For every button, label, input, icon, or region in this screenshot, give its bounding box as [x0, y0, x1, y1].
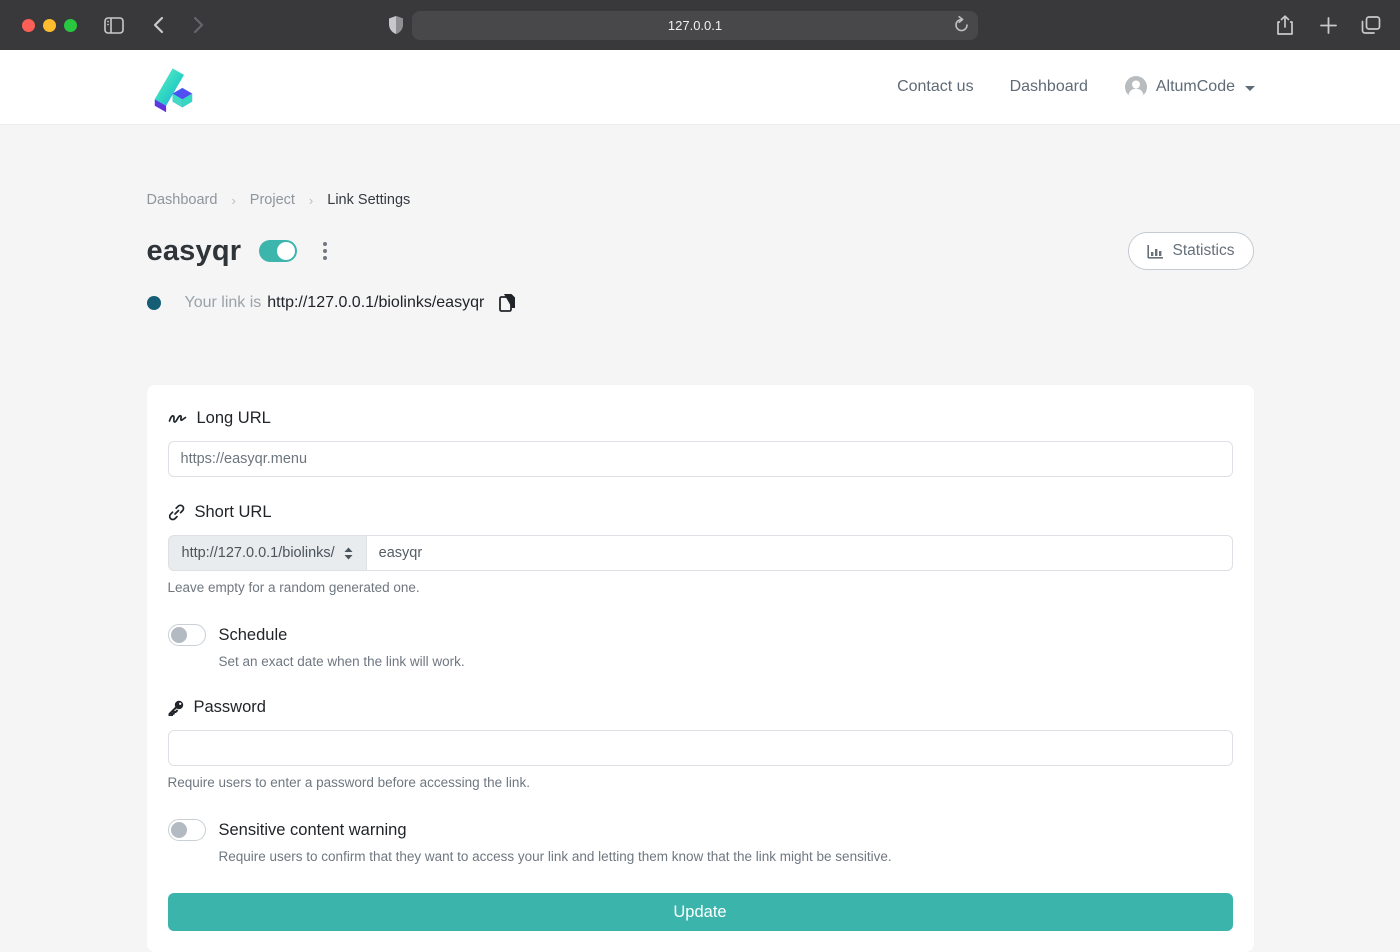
app-logo[interactable]: [145, 61, 197, 113]
schedule-helper: Set an exact date when the link will wor…: [219, 654, 1233, 669]
long-url-input[interactable]: [168, 441, 1233, 477]
browser-chrome: 127.0.0.1: [0, 0, 1400, 50]
back-icon[interactable]: [143, 10, 173, 40]
statistics-button[interactable]: Statistics: [1128, 232, 1253, 270]
password-helper: Require users to enter a password before…: [168, 775, 1233, 790]
tab-overview-icon[interactable]: [1356, 10, 1386, 40]
link-settings-card: Long URL Short URL http://127.0.0.1/biol…: [147, 385, 1254, 952]
zoom-window-button[interactable]: [64, 19, 77, 32]
scribble-icon: [168, 412, 187, 426]
window-controls: [22, 19, 77, 32]
short-url-input[interactable]: [366, 535, 1233, 571]
breadcrumb-project[interactable]: Project: [250, 192, 295, 208]
short-url-domain-value: http://127.0.0.1/biolinks/: [182, 545, 335, 561]
address-bar-url: 127.0.0.1: [668, 18, 722, 33]
schedule-label: Schedule: [219, 626, 288, 645]
minimize-window-button[interactable]: [43, 19, 56, 32]
bar-chart-icon: [1147, 244, 1164, 259]
forward-icon[interactable]: [183, 10, 213, 40]
sidebar-toggle-icon[interactable]: [99, 10, 129, 40]
share-icon[interactable]: [1270, 10, 1300, 40]
key-icon: [168, 700, 184, 716]
breadcrumb-separator: ›: [309, 193, 313, 208]
link-enabled-toggle[interactable]: [259, 240, 297, 262]
avatar: [1124, 75, 1148, 99]
chevron-down-icon: [1245, 86, 1255, 91]
schedule-toggle[interactable]: [168, 624, 206, 646]
status-dot: [147, 296, 161, 310]
password-input[interactable]: [168, 730, 1233, 766]
nav-contact-us[interactable]: Contact us: [897, 78, 973, 96]
sensitive-content-toggle[interactable]: [168, 819, 206, 841]
account-name: AltumCode: [1156, 78, 1235, 96]
statistics-button-label: Statistics: [1172, 242, 1234, 260]
close-window-button[interactable]: [22, 19, 35, 32]
short-url-helper: Leave empty for a random generated one.: [168, 580, 1233, 595]
address-bar[interactable]: 127.0.0.1: [412, 11, 978, 40]
long-url-label: Long URL: [197, 409, 271, 428]
more-options-icon[interactable]: [319, 238, 331, 264]
breadcrumb-link-settings: Link Settings: [327, 192, 410, 208]
page-title: easyqr: [147, 235, 242, 268]
your-link-url[interactable]: http://127.0.0.1/biolinks/easyqr: [267, 294, 484, 312]
password-label: Password: [194, 698, 266, 717]
sensitive-content-label: Sensitive content warning: [219, 821, 407, 840]
privacy-shield-icon[interactable]: [388, 15, 404, 35]
update-button[interactable]: Update: [168, 893, 1233, 931]
select-arrows-icon: [344, 547, 353, 560]
nav-dashboard[interactable]: Dashboard: [1010, 78, 1088, 96]
new-tab-icon[interactable]: [1313, 10, 1343, 40]
link-icon: [168, 504, 185, 521]
breadcrumb-separator: ›: [231, 193, 235, 208]
your-link-prefix: Your link is: [185, 294, 262, 312]
copy-link-icon[interactable]: [499, 293, 516, 312]
sensitive-content-helper: Require users to confirm that they want …: [219, 849, 1233, 864]
breadcrumb: Dashboard › Project › Link Settings: [147, 192, 1254, 208]
breadcrumb-dashboard[interactable]: Dashboard: [147, 192, 218, 208]
short-url-label: Short URL: [195, 503, 272, 522]
account-menu[interactable]: AltumCode: [1124, 75, 1255, 99]
reload-icon[interactable]: [954, 16, 969, 33]
short-url-domain-select[interactable]: http://127.0.0.1/biolinks/: [168, 535, 366, 571]
site-header: Contact us Dashboard AltumCode: [0, 50, 1400, 125]
